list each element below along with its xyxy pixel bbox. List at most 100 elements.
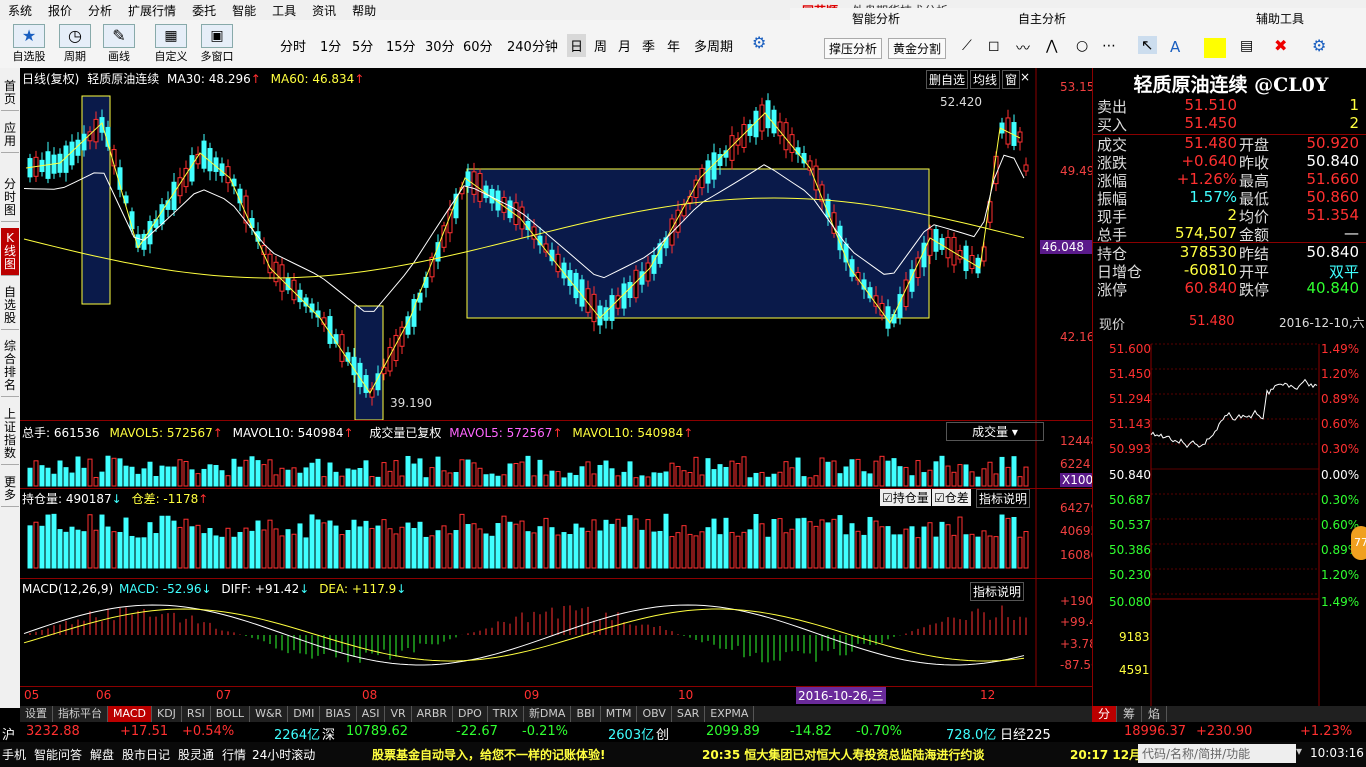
period-quarter[interactable]: 季	[642, 36, 655, 55]
period-1min[interactable]: 1分	[320, 36, 341, 55]
menu-tools[interactable]: 工具	[264, 2, 304, 19]
golden-section-button[interactable]: 黄金分割	[888, 38, 947, 59]
tab-fen[interactable]: 分	[1092, 706, 1118, 722]
tab-rsi[interactable]: RSI	[182, 706, 211, 722]
pointer-icon[interactable]: ↖	[1138, 36, 1157, 54]
tab-vr[interactable]: VR	[385, 706, 412, 722]
tab-new-dma[interactable]: 新DMA	[524, 706, 572, 722]
oi-diff-checkbox[interactable]: ☑仓差	[932, 489, 971, 506]
menu-extended[interactable]: 扩展行情	[120, 2, 184, 19]
oi-checkbox[interactable]: ☑持仓量	[880, 489, 931, 506]
kline-chart[interactable]: 日线(复权) 轻质原油连续 MA30: 48.296↑ MA60: 46.834…	[20, 68, 1106, 706]
tab-bias[interactable]: BIAS	[320, 706, 357, 722]
text-tool-icon[interactable]: A	[1170, 38, 1180, 56]
menu-quote[interactable]: 报价	[40, 2, 80, 19]
macd-help-button[interactable]: 指标说明	[970, 582, 1025, 601]
tab-wr[interactable]: W&R	[250, 706, 289, 722]
tab-chou[interactable]: 筹	[1117, 706, 1143, 722]
kline-canvas[interactable]	[20, 68, 1092, 706]
tab-obv[interactable]: OBV	[637, 706, 672, 722]
tab-asi[interactable]: ASI	[357, 706, 386, 722]
search-input[interactable]: 代码/名称/简拼/功能	[1138, 744, 1296, 763]
tab-kline[interactable]: K线图	[1, 228, 19, 276]
sh-label[interactable]: 沪	[2, 724, 15, 743]
tab-yan[interactable]: 焰	[1142, 706, 1168, 722]
menu-analysis[interactable]: 分析	[80, 2, 120, 19]
sz-label[interactable]: 深	[322, 724, 335, 743]
tab-more[interactable]: 更多	[1, 472, 19, 507]
period-year[interactable]: 年	[667, 36, 680, 55]
ticker-ad[interactable]: 股票基金自动导入，给您不一样的记账体验!	[372, 746, 605, 763]
period-30min[interactable]: 30分	[425, 36, 455, 55]
gear-icon[interactable]: ⚙	[752, 33, 766, 52]
remove-watchlist-button[interactable]: 删自选	[926, 70, 969, 89]
delete-icon[interactable]: ✖	[1274, 36, 1287, 55]
search-dropdown-icon[interactable]: ▾	[1296, 744, 1302, 758]
ticker-news-2[interactable]: 20:17 12月	[1070, 746, 1141, 763]
tab-settings[interactable]: 设置	[20, 706, 53, 722]
tab-boll[interactable]: BOLL	[211, 706, 251, 722]
save-icon[interactable]: ▤	[1240, 38, 1253, 54]
tab-timeshare[interactable]: 分时图	[1, 174, 19, 222]
stock-diary-link[interactable]: 股市日记	[122, 746, 170, 763]
window-button[interactable]: 窗	[1002, 70, 1021, 89]
period-240min[interactable]: 240分钟	[507, 36, 558, 55]
tab-expma[interactable]: EXPMA	[705, 706, 755, 722]
stock-link[interactable]: 股灵通	[178, 746, 214, 763]
tab-dmi[interactable]: DMI	[288, 706, 321, 722]
smart-qa-link[interactable]: 智能问答	[34, 746, 82, 763]
tab-mtm[interactable]: MTM	[601, 706, 638, 722]
tab-sh-index[interactable]: 上证指数	[1, 404, 19, 465]
tab-home[interactable]: 首页	[1, 76, 19, 111]
tab-kdj[interactable]: KDJ	[152, 706, 182, 722]
period-60min[interactable]: 60分	[463, 36, 493, 55]
tab-trix[interactable]: TRIX	[488, 706, 524, 722]
period-fenshi[interactable]: 分时	[280, 36, 306, 55]
ma-button[interactable]: 均线	[970, 70, 1001, 89]
wave-tool-icon[interactable]: 〰	[1016, 38, 1030, 58]
zigzag-tool-icon[interactable]: ⋀	[1046, 38, 1057, 54]
period-button[interactable]: ◷ 周期	[52, 22, 98, 66]
close-icon[interactable]: ×	[1020, 70, 1030, 84]
settings-icon[interactable]: ⚙	[1312, 36, 1326, 55]
color-swatch[interactable]	[1204, 38, 1226, 58]
period-15min[interactable]: 15分	[386, 36, 416, 55]
menu-system[interactable]: 系统	[0, 2, 40, 19]
menu-help[interactable]: 帮助	[344, 2, 384, 19]
quote-link[interactable]: 行情	[222, 746, 246, 763]
mobile-link[interactable]: 手机	[2, 746, 26, 763]
support-resistance-button[interactable]: 撑压分析	[824, 38, 883, 59]
tab-apps[interactable]: 应用	[1, 118, 19, 153]
tab-watchlist[interactable]: 自选股	[1, 282, 19, 330]
tab-dpo[interactable]: DPO	[453, 706, 488, 722]
tab-macd[interactable]: MACD	[108, 706, 152, 722]
interpret-link[interactable]: 解盘	[90, 746, 114, 763]
draw-line-button[interactable]: ✎ 画线	[96, 22, 142, 66]
tab-ranking[interactable]: 综合排名	[1, 336, 19, 397]
line-tool-icon[interactable]: ⟋	[962, 38, 972, 54]
period-multi[interactable]: 多周期	[694, 36, 733, 55]
more-tool-icon[interactable]: ⋯	[1102, 38, 1116, 54]
rect-tool-icon[interactable]: ◻	[988, 38, 1000, 54]
tab-bbi[interactable]: BBI	[571, 706, 601, 722]
tab-arbr[interactable]: ARBR	[412, 706, 454, 722]
menu-smart[interactable]: 智能	[224, 2, 264, 19]
period-week[interactable]: 周	[594, 36, 607, 55]
multi-window-button[interactable]: ▣ 多窗口	[194, 22, 240, 66]
ticker-news[interactable]: 20:35 恒大集团已对恒大人寿投资总监陆海进行约谈	[702, 746, 984, 763]
circle-tool-icon[interactable]: ○	[1076, 38, 1088, 54]
menu-news[interactable]: 资讯	[304, 2, 344, 19]
period-5min[interactable]: 5分	[352, 36, 373, 55]
menu-order[interactable]: 委托	[184, 2, 224, 19]
news-24h-link[interactable]: 24小时滚动	[252, 746, 315, 763]
volume-dropdown[interactable]: 成交量 ▾	[946, 422, 1044, 441]
tab-indicator-platform[interactable]: 指标平台	[53, 706, 108, 722]
period-day[interactable]: 日	[567, 34, 587, 57]
oi-help-button[interactable]: 指标说明	[976, 489, 1031, 508]
tab-sar[interactable]: SAR	[672, 706, 706, 722]
cy-label[interactable]: 创	[656, 724, 669, 743]
period-month[interactable]: 月	[618, 36, 631, 55]
float-badge-icon[interactable]: 77	[1351, 526, 1366, 560]
nikkei-label[interactable]: 日经225	[1000, 724, 1051, 743]
watchlist-button[interactable]: ★ 自选股	[6, 22, 52, 66]
